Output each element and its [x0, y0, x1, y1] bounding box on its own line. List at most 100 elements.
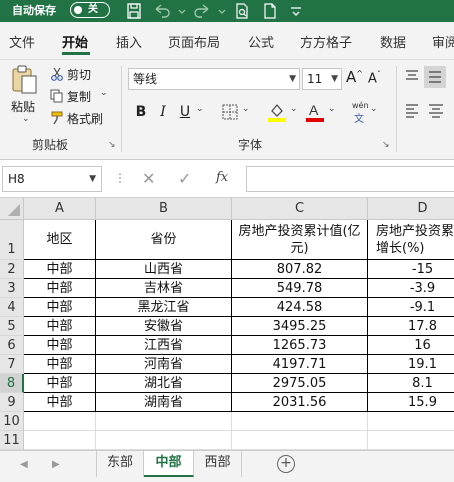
empty-cell[interactable]: [96, 431, 232, 450]
column-header-c[interactable]: C: [232, 198, 368, 220]
data-cell[interactable]: 549.78: [232, 279, 368, 298]
sheet-tab-west[interactable]: 西部: [194, 451, 242, 477]
cancel-icon[interactable]: ✕: [142, 169, 155, 188]
italic-button[interactable]: I: [156, 102, 170, 122]
column-header-d[interactable]: D: [368, 198, 454, 220]
data-cell[interactable]: -15: [368, 260, 454, 279]
phonetic-dropdown-icon[interactable]: ⌄: [370, 104, 378, 114]
insert-function-icon[interactable]: fx: [216, 170, 228, 185]
prev-sheet-icon[interactable]: ◀: [20, 459, 28, 470]
data-cell[interactable]: 1265.73: [232, 336, 368, 355]
print-preview-icon[interactable]: [232, 2, 252, 20]
data-cell[interactable]: 中部: [24, 279, 96, 298]
fill-color-icon[interactable]: [268, 102, 286, 126]
font-size-select[interactable]: 11 ▼: [302, 68, 342, 90]
phonetic-guide-icon[interactable]: wén: [352, 101, 369, 110]
tab-fangfang[interactable]: 方方格子: [300, 32, 352, 51]
name-box[interactable]: H8 ▼: [2, 166, 102, 192]
data-cell[interactable]: 黑龙江省: [96, 298, 232, 317]
empty-cell[interactable]: [368, 412, 454, 431]
format-painter-icon[interactable]: [50, 110, 64, 129]
data-cell[interactable]: 16: [368, 336, 454, 355]
align-top-icon[interactable]: [404, 68, 420, 88]
font-dialog-launcher-icon[interactable]: ↘: [382, 140, 390, 150]
add-sheet-icon[interactable]: +: [277, 455, 295, 473]
increase-font-size-icon[interactable]: A^: [346, 68, 363, 86]
tab-home[interactable]: 开始: [62, 32, 88, 51]
undo-icon[interactable]: [152, 2, 172, 20]
row-header-9[interactable]: 9: [0, 393, 24, 412]
row-header-8[interactable]: 8: [0, 374, 24, 393]
formula-input[interactable]: [246, 166, 454, 192]
data-cell[interactable]: 安徽省: [96, 317, 232, 336]
data-cell[interactable]: 17.8: [368, 317, 454, 336]
font-color-icon[interactable]: A: [306, 102, 324, 126]
select-all-corner[interactable]: [0, 198, 24, 220]
header-cell[interactable]: 地区: [24, 220, 96, 260]
tab-file[interactable]: 文件: [9, 32, 35, 51]
row-header-5[interactable]: 5: [0, 317, 24, 336]
row-header-10[interactable]: 10: [0, 412, 24, 431]
column-header-b[interactable]: B: [96, 198, 232, 220]
align-middle-icon[interactable]: [424, 66, 446, 88]
tab-data[interactable]: 数据: [380, 32, 406, 51]
row-header-2[interactable]: 2: [0, 260, 24, 279]
data-cell[interactable]: 湖北省: [96, 374, 232, 393]
data-cell[interactable]: 湖南省: [96, 393, 232, 412]
tab-insert[interactable]: 插入: [116, 32, 142, 51]
data-cell[interactable]: 3495.25: [232, 317, 368, 336]
format-painter-label[interactable]: 格式刷: [67, 110, 103, 127]
clipboard-dialog-launcher-icon[interactable]: ↘: [108, 140, 116, 150]
redo-icon[interactable]: [192, 2, 212, 20]
underline-dropdown-icon[interactable]: ⌄: [196, 104, 204, 114]
header-cell[interactable]: 房地产投资累计值(亿元): [232, 220, 368, 260]
data-cell[interactable]: 2031.56: [232, 393, 368, 412]
data-cell[interactable]: 中部: [24, 393, 96, 412]
data-cell[interactable]: 山西省: [96, 260, 232, 279]
column-header-a[interactable]: A: [24, 198, 96, 220]
empty-cell[interactable]: [368, 431, 454, 450]
data-cell[interactable]: 2975.05: [232, 374, 368, 393]
fill-color-dropdown-icon[interactable]: ⌄: [290, 104, 298, 114]
cut-label[interactable]: 剪切: [67, 66, 91, 83]
paste-icon[interactable]: [10, 64, 38, 100]
borders-dropdown-icon[interactable]: ⌄: [242, 104, 250, 114]
tab-formulas[interactable]: 公式: [248, 32, 274, 51]
font-color-dropdown-icon[interactable]: ⌄: [328, 104, 336, 114]
decrease-font-size-icon[interactable]: Aˇ: [368, 70, 381, 86]
data-cell[interactable]: 吉林省: [96, 279, 232, 298]
empty-cell[interactable]: [232, 431, 368, 450]
data-cell[interactable]: 中部: [24, 336, 96, 355]
enter-icon[interactable]: ✓: [178, 169, 191, 188]
data-cell[interactable]: 4197.71: [232, 355, 368, 374]
data-cell[interactable]: 424.58: [232, 298, 368, 317]
row-header-1[interactable]: 1: [0, 220, 24, 260]
copy-icon[interactable]: [50, 88, 64, 107]
align-center-icon[interactable]: [428, 102, 444, 122]
tab-review[interactable]: 审阅: [432, 32, 454, 51]
sheet-tab-central[interactable]: 中部: [144, 451, 194, 477]
data-cell[interactable]: 中部: [24, 355, 96, 374]
data-cell[interactable]: 19.1: [368, 355, 454, 374]
data-cell[interactable]: 中部: [24, 298, 96, 317]
row-header-6[interactable]: 6: [0, 336, 24, 355]
sheet-tab-east[interactable]: 东部: [96, 451, 144, 477]
data-cell[interactable]: 江西省: [96, 336, 232, 355]
undo-dropdown-icon[interactable]: [172, 2, 186, 20]
next-sheet-icon[interactable]: ▶: [52, 459, 60, 470]
header-cell[interactable]: 省份: [96, 220, 232, 260]
data-cell[interactable]: 807.82: [232, 260, 368, 279]
underline-button[interactable]: U: [178, 102, 192, 122]
data-cell[interactable]: 河南省: [96, 355, 232, 374]
font-name-select[interactable]: 等线 ▼: [128, 68, 300, 90]
row-header-3[interactable]: 3: [0, 279, 24, 298]
data-cell[interactable]: 中部: [24, 317, 96, 336]
customize-toolbar-icon[interactable]: [286, 2, 306, 20]
copy-label[interactable]: 复制: [67, 88, 91, 105]
empty-cell[interactable]: [24, 412, 96, 431]
bold-button[interactable]: B: [134, 102, 148, 122]
data-cell[interactable]: 中部: [24, 260, 96, 279]
empty-cell[interactable]: [96, 412, 232, 431]
paste-dropdown-icon[interactable]: ⌄: [22, 114, 30, 124]
data-cell[interactable]: 15.9: [368, 393, 454, 412]
